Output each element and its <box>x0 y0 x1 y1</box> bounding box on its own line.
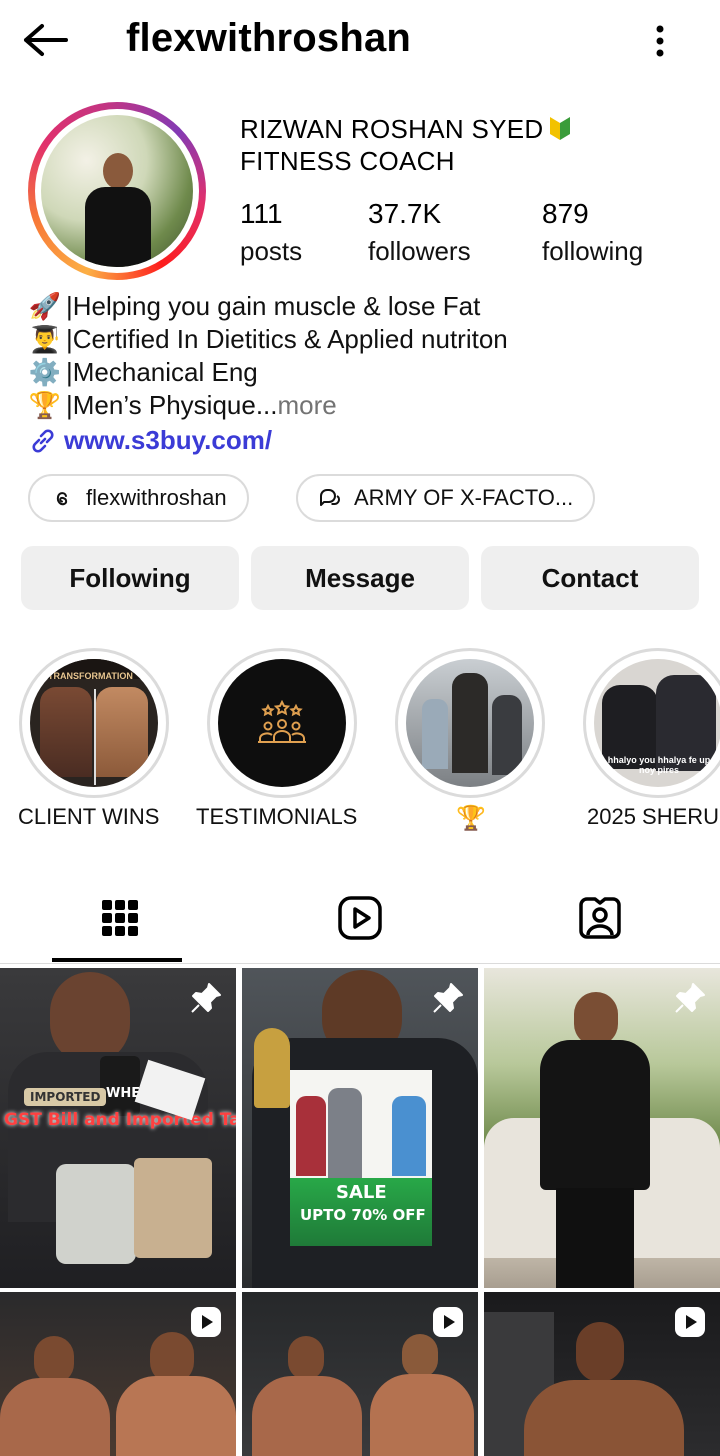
profile-avatar[interactable] <box>28 102 206 280</box>
website-link[interactable]: www.s3buy.com/ <box>64 424 272 457</box>
bio-more-link[interactable]: more <box>278 389 337 422</box>
stat-following-value: 879 <box>542 198 589 229</box>
profile-name: RIZWAN ROSHAN SYED <box>240 114 571 145</box>
bio-line-text: |Mechanical Eng <box>66 357 258 387</box>
tab-tagged[interactable] <box>480 872 720 964</box>
kebab-menu-icon <box>656 25 664 57</box>
stat-followers-label: followers <box>368 236 471 266</box>
highlight-caption: hhalyo you hhalya fe up noy pires <box>607 755 711 775</box>
reel-play-icon <box>670 1302 710 1342</box>
tab-reels[interactable] <box>240 872 480 964</box>
graduate-icon: 👨‍🎓 <box>28 324 62 354</box>
arrow-left-icon <box>24 24 68 56</box>
tab-grid[interactable] <box>0 872 240 964</box>
stat-following-label: following <box>542 236 644 266</box>
avatar-photo <box>41 115 193 267</box>
threads-chip-label: flexwithroshan <box>86 485 227 510</box>
stat-posts[interactable]: 111 posts <box>240 198 302 267</box>
group-stars-icon <box>258 700 306 743</box>
stat-posts-value: 111 <box>240 198 283 229</box>
post-thumbnail[interactable] <box>484 1292 720 1456</box>
post-tag: IMPORTED <box>24 1088 107 1106</box>
bio-line-text: |Men’s Physique... <box>66 390 278 420</box>
beginner-badge-icon <box>549 115 571 140</box>
contact-button[interactable]: Contact <box>481 546 699 610</box>
highlight-caption: TRANSFORMATION <box>48 671 133 681</box>
bio-line: 👨‍🎓 |Certified In Dietitics & Applied nu… <box>28 323 688 356</box>
chat-bubble-icon <box>318 486 342 510</box>
profile-username: flexwithroshan <box>126 16 412 60</box>
highlight-client-wins[interactable]: TRANSFORMATION <box>19 648 169 798</box>
bio-line-text: |Helping you gain muscle & lose Fat <box>66 291 481 321</box>
pin-icon <box>428 978 468 1018</box>
highlight-label: TESTIMONIALS <box>196 804 358 829</box>
stat-following[interactable]: 879 following <box>542 198 643 267</box>
highlight-cover <box>218 659 346 787</box>
trophy-icon: 🏆 <box>28 390 62 420</box>
highlight-cover <box>406 659 534 787</box>
highlight-testimonials[interactable] <box>207 648 357 798</box>
post-discount: UPTO 70% OFF <box>300 1206 426 1224</box>
back-button[interactable] <box>18 18 70 62</box>
gear-icon: ⚙️ <box>28 357 62 387</box>
bio-line: 🏆 |Men’s Physique... more <box>28 389 688 422</box>
threads-chip[interactable]: flexwithroshan <box>28 474 249 522</box>
profile-bio: 🚀 |Helping you gain muscle & lose Fat 👨‍… <box>28 290 688 457</box>
highlight-label: 2025 SHERU <box>587 804 720 829</box>
pin-icon <box>670 978 710 1018</box>
grid-icon <box>102 900 138 936</box>
stat-followers-value: 37.7K <box>368 198 442 229</box>
link-icon <box>28 426 58 456</box>
highlight-cover: TRANSFORMATION <box>30 659 158 787</box>
reels-icon <box>338 896 382 940</box>
post-thumbnail[interactable] <box>484 968 720 1288</box>
profile-category: FITNESS COACH <box>240 146 455 176</box>
stat-followers[interactable]: 37.7K followers <box>368 198 471 267</box>
top-bar: flexwithroshan <box>0 0 720 82</box>
highlight-2025-sheru[interactable]: hhalyo you hhalya fe up noy pires <box>583 648 720 798</box>
following-button[interactable]: Following <box>21 546 239 610</box>
reel-play-icon <box>428 1302 468 1342</box>
tagged-person-icon <box>579 897 621 939</box>
highlight-trophy[interactable] <box>395 648 545 798</box>
profile-tabs <box>0 872 720 964</box>
post-thumbnail[interactable]: SALE UPTO 70% OFF <box>242 968 478 1288</box>
bio-line: ⚙️ |Mechanical Eng <box>28 356 688 389</box>
highlight-label: CLIENT WINS <box>18 804 160 829</box>
post-thumbnail[interactable] <box>0 1292 236 1456</box>
rocket-icon: 🚀 <box>28 291 62 321</box>
message-button[interactable]: Message <box>251 546 469 610</box>
more-options-button[interactable] <box>640 18 680 64</box>
post-thumbnail[interactable] <box>242 1292 478 1456</box>
channel-chip[interactable]: ARMY OF X-FACTO... <box>296 474 596 522</box>
channel-chip-label: ARMY OF X-FACTO... <box>354 485 574 510</box>
threads-icon <box>50 486 74 510</box>
active-tab-indicator <box>52 958 182 962</box>
post-overlay-text: GST Bill and Imported Tag <box>4 1110 236 1130</box>
profile-name-text: RIZWAN ROSHAN SYED <box>240 114 544 144</box>
bio-website[interactable]: www.s3buy.com/ <box>28 424 688 457</box>
bio-line-text: |Certified In Dietitics & Applied nutrit… <box>66 324 508 354</box>
post-overlay-text: SALE <box>336 1182 387 1203</box>
bio-line: 🚀 |Helping you gain muscle & lose Fat <box>28 290 688 323</box>
pin-icon <box>186 978 226 1018</box>
trophy-icon: 🏆 <box>456 805 486 832</box>
reel-play-icon <box>186 1302 226 1342</box>
highlight-cover: hhalyo you hhalya fe up noy pires <box>594 659 720 787</box>
post-thumbnail[interactable]: WHEY IMPORTED GST Bill and Imported Tag <box>0 968 236 1288</box>
stat-posts-label: posts <box>240 236 303 266</box>
